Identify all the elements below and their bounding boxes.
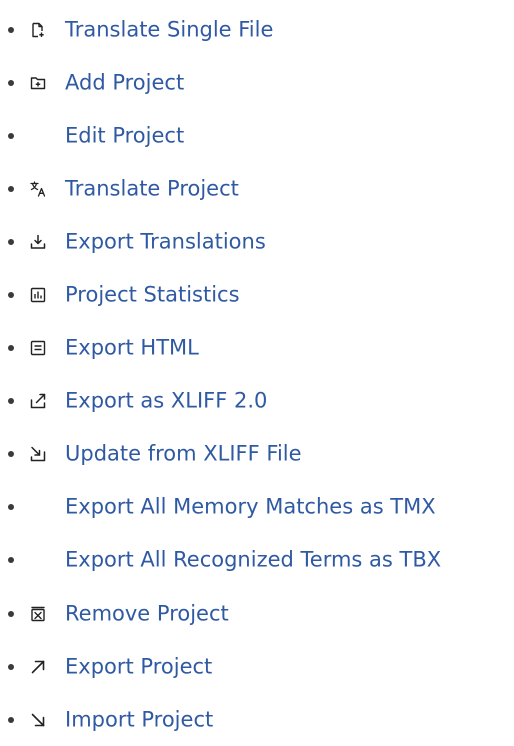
arrow-down-right-icon: [29, 711, 47, 729]
bullet: [8, 238, 14, 245]
bullet: [8, 451, 14, 458]
bullet: [8, 504, 14, 511]
menu-item-label[interactable]: Export Translations: [65, 231, 266, 252]
download-icon: [29, 233, 47, 251]
document-icon: [29, 339, 47, 357]
menu-item-edit-project[interactable]: Edit Project: [0, 109, 514, 162]
bullet: [8, 398, 14, 405]
file-plus-icon: [29, 21, 47, 39]
bullet: [8, 663, 14, 670]
arrow-up-right-icon: [29, 658, 47, 676]
export-arrow-icon: [29, 392, 47, 410]
menu-item-label[interactable]: Export All Memory Matches as TMX: [65, 496, 436, 518]
menu-item-label[interactable]: Import Project: [65, 709, 213, 730]
bullet: [8, 557, 14, 564]
menu-item-label[interactable]: Translate Project: [65, 178, 239, 199]
menu-item-import-project[interactable]: Import Project: [0, 693, 514, 746]
menu-item-label[interactable]: Edit Project: [65, 125, 184, 146]
bullet: [8, 292, 14, 299]
menu-item-label[interactable]: Remove Project: [65, 603, 229, 624]
bullet: [8, 716, 14, 723]
menu-item-translate-single-file[interactable]: Translate Single File: [0, 3, 514, 56]
menu-item-label[interactable]: Export HTML: [65, 337, 199, 359]
menu-item-export-translations[interactable]: Export Translations: [0, 215, 514, 268]
bullet: [8, 79, 14, 86]
folder-plus-icon: [29, 74, 47, 92]
bullet: [8, 26, 14, 33]
menu-item-label[interactable]: Export Project: [65, 656, 212, 677]
menu-item-export-memory-tmx[interactable]: Export All Memory Matches as TMX: [0, 481, 514, 534]
menu-item-label[interactable]: Update from XLIFF File: [65, 443, 302, 465]
import-arrow-icon: [29, 445, 47, 463]
menu-item-remove-project[interactable]: Remove Project: [0, 587, 514, 640]
menu-item-label[interactable]: Add Project: [65, 72, 184, 93]
menu-item-export-project[interactable]: Export Project: [0, 640, 514, 693]
menu-item-label[interactable]: Project Statistics: [65, 284, 240, 306]
menu-item-project-statistics[interactable]: Project Statistics: [0, 268, 514, 321]
bar-chart-icon: [29, 286, 47, 304]
menu-item-translate-project[interactable]: Translate Project: [0, 162, 514, 215]
menu-item-export-xliff[interactable]: Export as XLIFF 2.0: [0, 375, 514, 428]
bullet: [8, 185, 14, 192]
menu-item-update-from-xliff[interactable]: Update from XLIFF File: [0, 428, 514, 481]
bullet: [8, 132, 14, 139]
menu-list: Translate Single File Add Project Edit P…: [0, 3, 514, 746]
menu-item-label[interactable]: Translate Single File: [65, 19, 273, 40]
menu-item-label[interactable]: Export as XLIFF 2.0: [65, 390, 267, 412]
menu-item-label[interactable]: Export All Recognized Terms as TBX: [65, 549, 441, 571]
bullet: [8, 345, 14, 352]
menu-item-export-html[interactable]: Export HTML: [0, 322, 514, 375]
remove-box-icon: [29, 605, 47, 623]
translate-icon: [29, 180, 47, 198]
menu-item-export-terms-tbx[interactable]: Export All Recognized Terms as TBX: [0, 534, 514, 587]
bullet: [8, 610, 14, 617]
menu-item-add-project[interactable]: Add Project: [0, 56, 514, 109]
